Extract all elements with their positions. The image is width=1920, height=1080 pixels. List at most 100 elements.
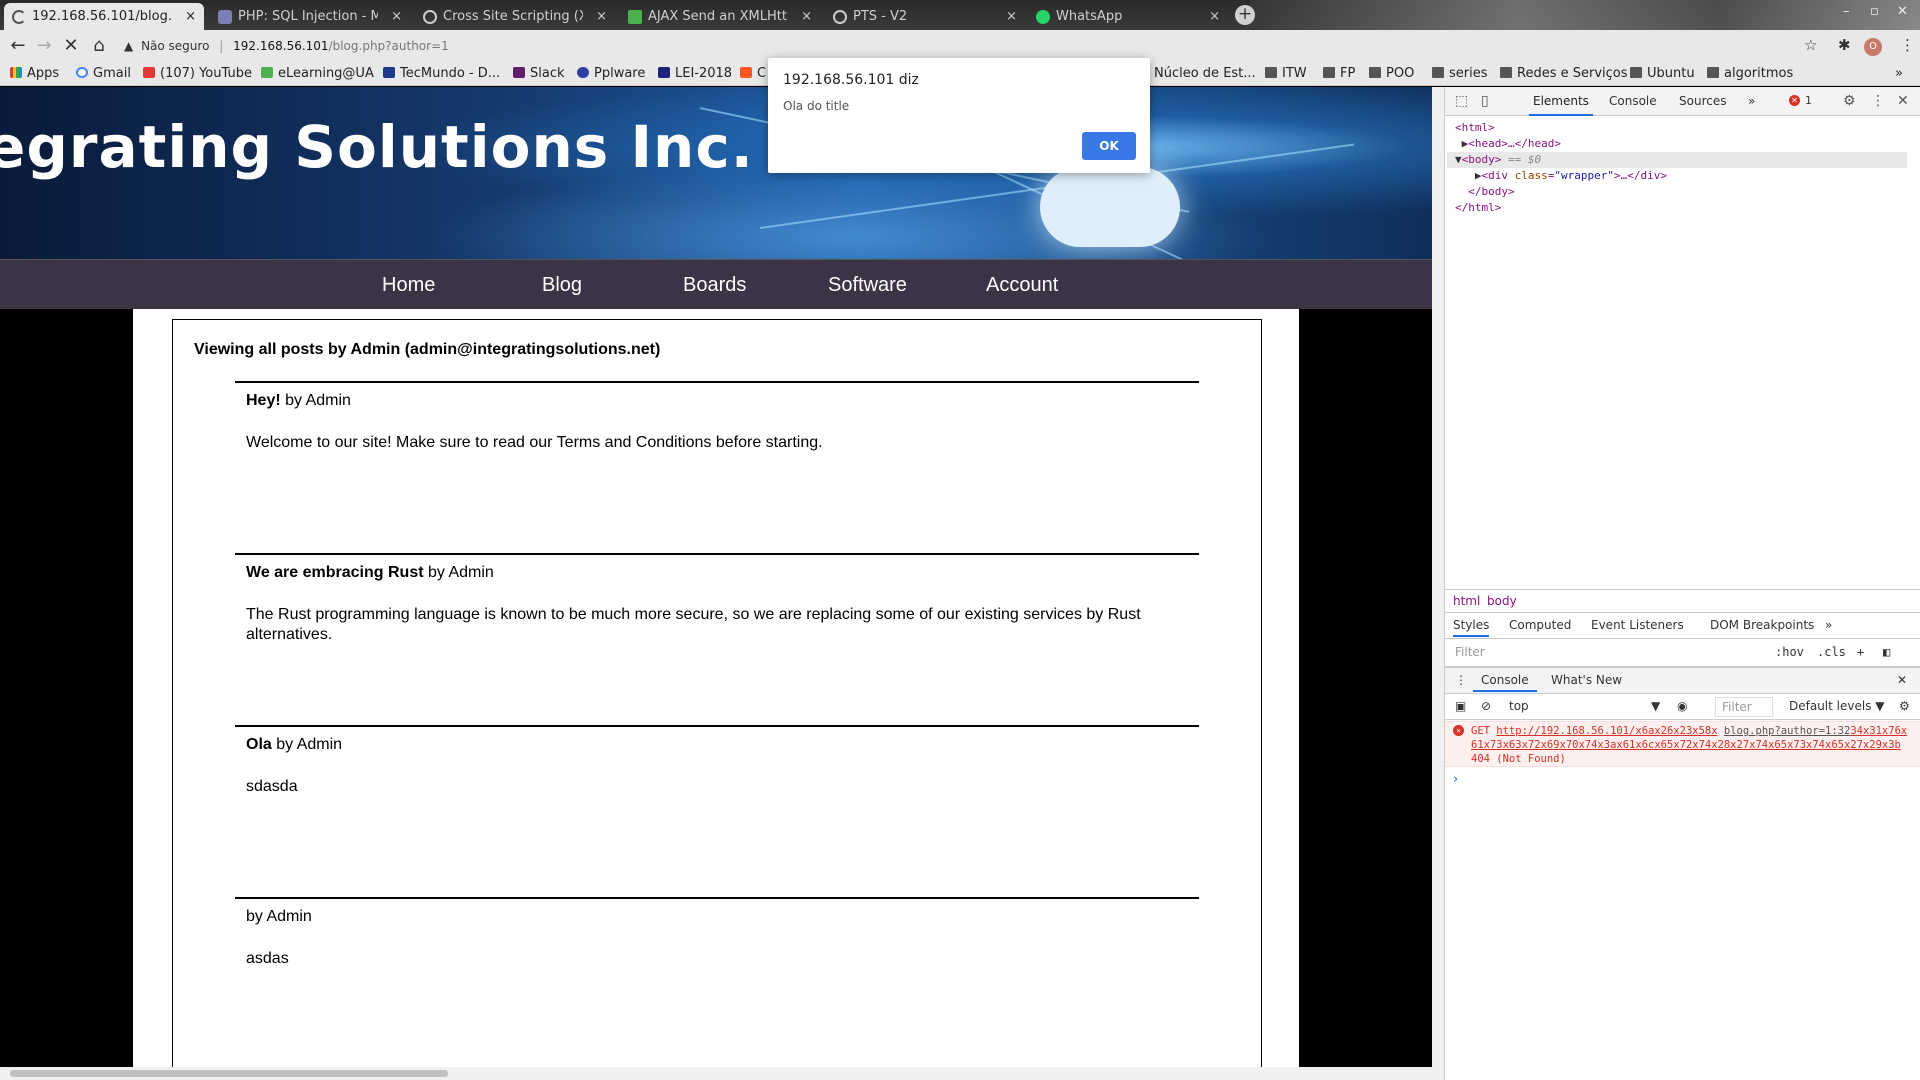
bookmark-folder-itw[interactable]: ITW [1265, 65, 1307, 83]
cls-toggle[interactable]: .cls [1817, 645, 1846, 659]
stop-loading-icon[interactable]: ✕ [60, 36, 82, 56]
bookmark-folder-series[interactable]: series [1432, 65, 1488, 83]
close-tab-icon[interactable]: × [1006, 3, 1017, 30]
scrollbar-thumb[interactable] [10, 1070, 448, 1077]
bookmark-pplware[interactable]: Pplware [577, 65, 645, 83]
maximize-icon[interactable]: ▫ [1870, 4, 1879, 19]
drawer-menu-icon[interactable]: ⋮ [1455, 673, 1467, 687]
bookmark-nucleo[interactable]: Núcleo de Est... [1154, 65, 1256, 83]
tab-styles[interactable]: Styles [1453, 618, 1490, 637]
bookmark-tecmundo[interactable]: TecMundo - D... [383, 65, 500, 83]
bookmark-lei-2018[interactable]: LEI-2018 [658, 65, 732, 83]
close-tab-icon[interactable]: × [801, 3, 812, 30]
bookmark-folder-redes[interactable]: Redes e Serviços [1500, 65, 1628, 83]
tab-event-listeners[interactable]: Event Listeners [1591, 618, 1684, 632]
context-dropdown-icon[interactable]: ▼ [1651, 699, 1660, 713]
hov-toggle[interactable]: :hov [1775, 645, 1804, 659]
tab-computed[interactable]: Computed [1509, 618, 1571, 632]
tab-console[interactable]: Console [1609, 87, 1657, 116]
console-filter-input[interactable]: Filter [1715, 697, 1773, 717]
error-url-link[interactable]: http://192.168.56.101/x6ax26x23x58x [1496, 725, 1717, 737]
more-subtabs-icon[interactable]: » [1825, 618, 1832, 632]
close-tab-icon[interactable]: × [596, 3, 607, 30]
horizontal-scrollbar[interactable] [0, 1067, 1432, 1080]
menu-kebab-icon[interactable]: ⋮ [1900, 36, 1915, 54]
console-sidebar-icon[interactable]: ▣ [1455, 699, 1466, 713]
dom-node-body-selected[interactable]: ▼<body> == $0 [1447, 152, 1907, 168]
bookmark-elearning[interactable]: eLearning@UA [261, 65, 374, 83]
slack-icon [513, 67, 525, 78]
nav-home[interactable]: Home [382, 260, 435, 310]
close-window-icon[interactable]: ✕ [1897, 4, 1908, 19]
tab-xss[interactable]: Cross Site Scripting (XSS × [415, 3, 615, 30]
tab-dom-breakpoints[interactable]: DOM Breakpoints [1710, 618, 1814, 632]
bookmark-youtube[interactable]: (107) YouTube [143, 65, 252, 83]
bookmark-slack[interactable]: Slack [513, 65, 565, 83]
tab-blog[interactable]: 192.168.56.101/blog.php × [4, 3, 204, 30]
error-count[interactable]: 1 [1805, 94, 1812, 107]
log-levels-dropdown[interactable]: Default levels ▼ [1789, 699, 1885, 713]
forward-icon[interactable]: → [33, 36, 55, 56]
more-tabs-icon[interactable]: » [1748, 87, 1755, 116]
tab-elements[interactable]: Elements [1529, 87, 1593, 116]
close-drawer-icon[interactable]: ✕ [1897, 673, 1907, 687]
tab-sources[interactable]: Sources [1679, 87, 1726, 116]
console-prompt[interactable]: › [1453, 772, 1458, 787]
error-badge-icon[interactable]: ✕ [1789, 95, 1800, 106]
clear-console-icon[interactable]: ⊘ [1481, 699, 1491, 713]
posts-box: Viewing all posts by Admin (admin@integr… [172, 319, 1262, 1080]
home-icon[interactable]: ⌂ [88, 36, 110, 56]
live-expression-eye-icon[interactable]: ◉ [1677, 699, 1687, 713]
bookmarks-overflow-icon[interactable]: » [1895, 65, 1903, 83]
close-devtools-icon[interactable]: ✕ [1897, 93, 1909, 109]
bookmark-star-icon[interactable]: ☆ [1804, 36, 1817, 54]
folder-icon [1265, 67, 1277, 78]
inspect-element-icon[interactable]: ⬚ [1455, 93, 1468, 109]
dom-node-div-wrapper[interactable]: ▶<div class="wrapper">…</div> [1455, 168, 1907, 184]
settings-gear-icon[interactable]: ⚙ [1843, 93, 1856, 109]
bookmark-label: Redes e Serviços [1517, 66, 1628, 81]
nav-blog[interactable]: Blog [542, 260, 582, 310]
close-tab-icon[interactable]: × [391, 3, 402, 30]
nav-account[interactable]: Account [986, 260, 1058, 310]
breadcrumb-body[interactable]: body [1487, 594, 1517, 608]
device-toolbar-icon[interactable]: ▯ [1481, 93, 1489, 109]
extensions-puzzle-icon[interactable]: ✱ [1838, 36, 1851, 54]
site-title: egrating Solutions Inc. [0, 113, 754, 181]
minimize-icon[interactable]: – [1843, 4, 1850, 19]
tab-ajax[interactable]: AJAX Send an XMLHttpRe × [620, 3, 820, 30]
console-settings-icon[interactable]: ⚙ [1899, 699, 1910, 713]
dom-node-head[interactable]: ▶<head>…</head> [1455, 136, 1907, 152]
address-bar[interactable]: ▲ Não seguro | 192.168.56.101/blog.php?a… [124, 35, 1784, 57]
back-icon[interactable]: ← [7, 36, 29, 56]
bookmark-ua[interactable]: C [740, 65, 766, 83]
tab-whatsapp[interactable]: WhatsApp × [1028, 3, 1228, 30]
close-tab-icon[interactable]: × [1209, 3, 1220, 30]
devtools-menu-icon[interactable]: ⋮ [1871, 93, 1885, 109]
dom-node-html[interactable]: <html> [1455, 120, 1907, 136]
drawer-tab-console[interactable]: Console [1473, 673, 1537, 692]
nav-boards[interactable]: Boards [683, 260, 746, 310]
error-source-link[interactable]: blog.php?author=1:32 [1724, 725, 1850, 737]
bookmark-folder-algoritmos[interactable]: algoritmos [1707, 65, 1793, 83]
bookmark-folder-fp[interactable]: FP [1323, 65, 1355, 83]
drawer-tab-whats-new[interactable]: What's New [1551, 673, 1622, 687]
vertical-scrollbar[interactable] [1432, 87, 1444, 1080]
breadcrumb-html[interactable]: html [1453, 594, 1480, 608]
nav-software[interactable]: Software [828, 260, 907, 310]
new-style-rule-icon[interactable]: + [1857, 645, 1864, 659]
profile-avatar[interactable]: O [1864, 38, 1882, 56]
styles-filter-input[interactable]: Filter [1455, 645, 1485, 659]
close-tab-icon[interactable]: × [185, 3, 196, 30]
bookmark-folder-poo[interactable]: POO [1369, 65, 1414, 83]
toggle-sidebar-icon[interactable]: ◧ [1883, 645, 1890, 659]
tab-pts[interactable]: PTS - V2 × [825, 3, 1025, 30]
alert-ok-button[interactable]: OK [1082, 132, 1136, 160]
bookmark-folder-ubuntu[interactable]: Ubuntu [1630, 65, 1695, 83]
bookmark-gmail[interactable]: Gmail [76, 65, 131, 83]
context-selector[interactable]: top [1509, 699, 1529, 713]
tab-sql-injection[interactable]: PHP: SQL Injection - Manu × [210, 3, 410, 30]
url-host: 192.168.56.101 [233, 39, 329, 53]
new-tab-button[interactable]: + [1235, 5, 1255, 25]
bookmark-apps[interactable]: Apps [10, 65, 59, 83]
